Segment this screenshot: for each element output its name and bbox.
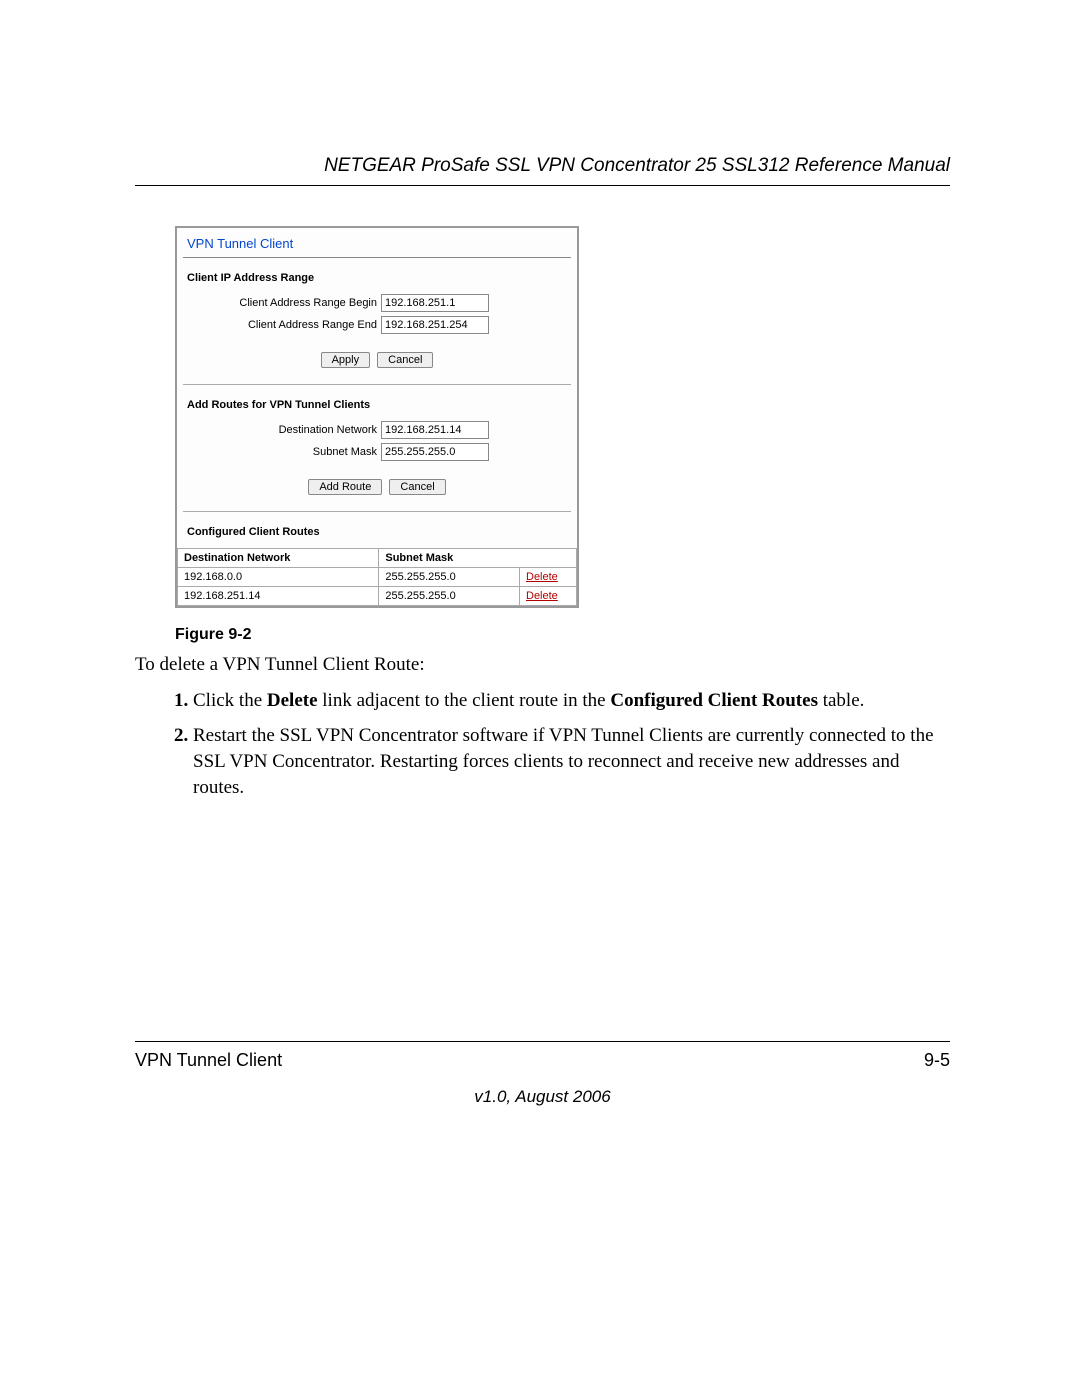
intro-text: To delete a VPN Tunnel Client Route: <box>135 652 950 678</box>
route-dest: 192.168.251.14 <box>178 587 379 606</box>
step-1: Click the Delete link adjacent to the cl… <box>193 688 950 714</box>
footer-left: VPN Tunnel Client <box>135 1050 282 1071</box>
subnet-mask-label: Subnet Mask <box>187 446 381 458</box>
dest-network-input[interactable] <box>381 421 489 439</box>
add-routes-section: Add Routes for VPN Tunnel Clients Destin… <box>177 385 577 511</box>
client-ip-range-heading: Client IP Address Range <box>187 272 567 284</box>
steps-list: Click the Delete link adjacent to the cl… <box>135 688 950 801</box>
cancel-route-button[interactable]: Cancel <box>389 479 445 495</box>
client-ip-range-section: Client IP Address Range Client Address R… <box>177 258 577 384</box>
range-begin-label: Client Address Range Begin <box>187 297 381 309</box>
cancel-button[interactable]: Cancel <box>377 352 433 368</box>
step-2: Restart the SSL VPN Concentrator softwar… <box>193 723 950 800</box>
configured-routes-table: Destination Network Subnet Mask 192.168.… <box>177 548 577 606</box>
vpn-tunnel-client-panel: VPN Tunnel Client Client IP Address Rang… <box>175 226 579 608</box>
route-mask: 255.255.255.0 <box>379 568 520 587</box>
apply-button[interactable]: Apply <box>321 352 371 368</box>
footer-rule <box>135 1041 950 1042</box>
page-header-title: NETGEAR ProSafe SSL VPN Concentrator 25 … <box>135 155 950 177</box>
page-footer: VPN Tunnel Client 9-5 v1.0, August 2006 <box>135 1033 950 1107</box>
dest-network-label: Destination Network <box>187 424 381 436</box>
col-subnet-mask: Subnet Mask <box>379 549 577 568</box>
range-end-input[interactable] <box>381 316 489 334</box>
figure-caption: Figure 9-2 <box>175 626 950 644</box>
table-row: 192.168.0.0 255.255.255.0 Delete <box>178 568 577 587</box>
delete-link[interactable]: Delete <box>526 571 558 583</box>
configured-routes-heading: Configured Client Routes <box>187 526 567 538</box>
col-destination-network: Destination Network <box>178 549 379 568</box>
add-route-button[interactable]: Add Route <box>308 479 382 495</box>
route-mask: 255.255.255.0 <box>379 587 520 606</box>
delete-link[interactable]: Delete <box>526 590 558 602</box>
footer-version: v1.0, August 2006 <box>135 1087 950 1107</box>
range-end-label: Client Address Range End <box>187 319 381 331</box>
configured-routes-section: Configured Client Routes <box>177 512 577 538</box>
add-routes-heading: Add Routes for VPN Tunnel Clients <box>187 399 567 411</box>
route-dest: 192.168.0.0 <box>178 568 379 587</box>
table-row: 192.168.251.14 255.255.255.0 Delete <box>178 587 577 606</box>
subnet-mask-input[interactable] <box>381 443 489 461</box>
header-rule <box>135 185 950 186</box>
range-begin-input[interactable] <box>381 294 489 312</box>
panel-title: VPN Tunnel Client <box>177 228 577 257</box>
footer-page-number: 9-5 <box>924 1050 950 1071</box>
